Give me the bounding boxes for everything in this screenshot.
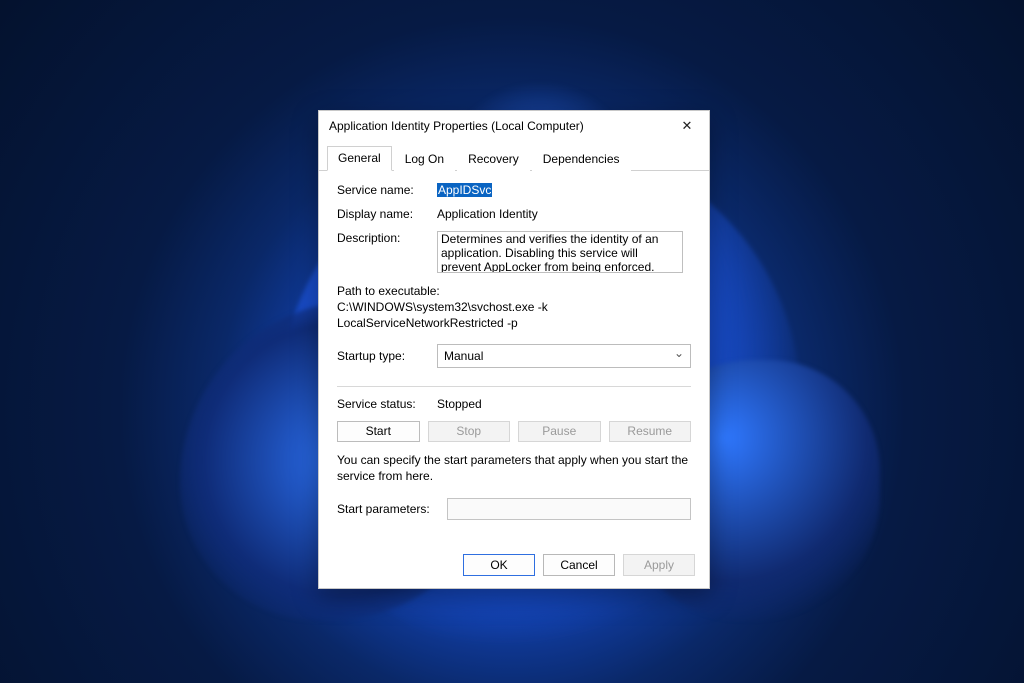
service-status-value: Stopped: [437, 397, 691, 411]
apply-button[interactable]: Apply: [623, 554, 695, 576]
resume-button[interactable]: Resume: [609, 421, 692, 442]
service-status-label: Service status:: [337, 397, 437, 411]
pause-button[interactable]: Pause: [518, 421, 601, 442]
close-button[interactable]: ✕: [671, 114, 703, 138]
desktop-background: Application Identity Properties (Local C…: [0, 0, 1024, 683]
start-button[interactable]: Start: [337, 421, 420, 442]
startup-type-value: Manual: [444, 349, 483, 363]
tab-log-on[interactable]: Log On: [394, 147, 455, 171]
tab-general[interactable]: General: [327, 146, 392, 171]
path-label: Path to executable:: [337, 283, 691, 299]
start-parameters-label: Start parameters:: [337, 502, 447, 516]
display-name-label: Display name:: [337, 207, 437, 221]
cancel-button[interactable]: Cancel: [543, 554, 615, 576]
tab-strip: General Log On Recovery Dependencies: [319, 141, 709, 171]
dialog-title: Application Identity Properties (Local C…: [329, 119, 584, 133]
close-icon: ✕: [682, 118, 693, 134]
ok-button[interactable]: OK: [463, 554, 535, 576]
tab-panel-general: Service name: AppIDSvc Display name: App…: [319, 171, 709, 544]
service-name-label: Service name:: [337, 183, 437, 197]
startup-type-label: Startup type:: [337, 349, 437, 363]
description-label: Description:: [337, 231, 437, 245]
display-name-value: Application Identity: [437, 207, 691, 221]
tab-dependencies[interactable]: Dependencies: [532, 147, 631, 171]
start-parameters-hint: You can specify the start parameters tha…: [337, 452, 691, 484]
service-name-value[interactable]: AppIDSvc: [437, 183, 691, 197]
dialog-titlebar[interactable]: Application Identity Properties (Local C…: [319, 111, 709, 141]
description-textbox[interactable]: Determines and verifies the identity of …: [437, 231, 683, 273]
dialog-footer: OK Cancel Apply: [319, 544, 709, 588]
section-divider: [337, 386, 691, 387]
start-parameters-input[interactable]: [447, 498, 691, 520]
service-control-buttons: Start Stop Pause Resume: [337, 421, 691, 442]
service-properties-dialog: Application Identity Properties (Local C…: [318, 110, 710, 589]
tab-recovery[interactable]: Recovery: [457, 147, 530, 171]
startup-type-select[interactable]: Manual: [437, 344, 691, 368]
stop-button[interactable]: Stop: [428, 421, 511, 442]
path-value: C:\WINDOWS\system32\svchost.exe -k Local…: [337, 299, 691, 331]
